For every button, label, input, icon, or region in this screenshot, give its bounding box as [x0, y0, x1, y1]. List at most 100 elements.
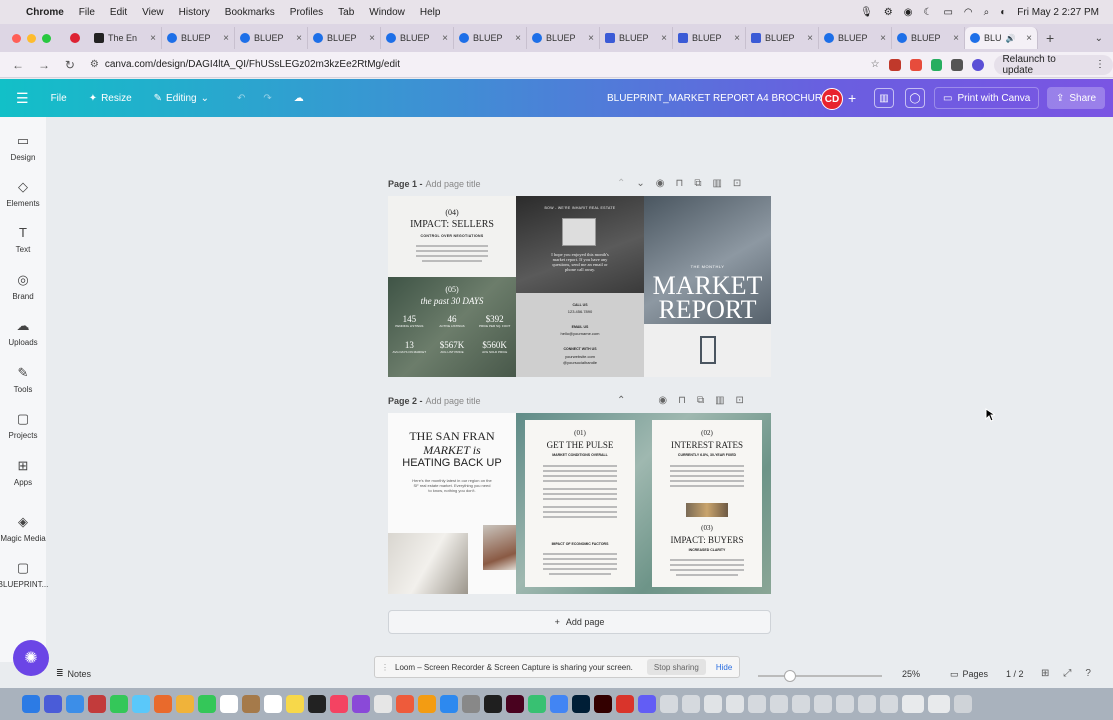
page-1-canvas[interactable]: (04) IMPACT: SELLERS CONTROL OVER NEGOTI… — [388, 196, 771, 377]
lock-icon[interactable]: ⊓ — [676, 178, 684, 189]
close-tab-icon[interactable]: × — [150, 33, 156, 44]
panel-sellers[interactable]: (04) IMPACT: SELLERS CONTROL OVER NEGOTI… — [388, 196, 516, 377]
menu-edit[interactable]: Edit — [110, 7, 127, 18]
menu-app-name[interactable]: Chrome — [26, 7, 64, 18]
menu-profiles[interactable]: Profiles — [290, 7, 323, 18]
safari-icon[interactable] — [66, 695, 84, 713]
menu-history[interactable]: History — [179, 7, 210, 18]
panel-rates[interactable]: (02) INTEREST RATES CURRENTLY 6.8%, 30-Y… — [652, 420, 762, 587]
forward-icon[interactable]: → — [36, 58, 52, 72]
minimize-window-button[interactable] — [27, 33, 36, 43]
chevron-up-icon[interactable]: ⌃ — [617, 395, 625, 406]
sidebar-item-tools[interactable]: ✎ Tools — [0, 365, 46, 394]
tab-search-icon[interactable]: ⌄ — [1095, 33, 1103, 44]
panel-cover[interactable]: THE MONTHLY MARKET REPORT — [644, 196, 771, 377]
moon-icon[interactable]: ☾ — [923, 7, 932, 18]
trash-can-icon[interactable] — [954, 695, 972, 713]
chevron-down-icon[interactable]: ⌄ — [636, 178, 644, 189]
print-with-canva-button[interactable]: ▭ Print with Canva — [934, 87, 1040, 109]
document-icon[interactable] — [770, 695, 788, 713]
sidebar-item-elements[interactable]: ◇ Elements — [0, 179, 46, 208]
browser-tab[interactable]: BLUEP × — [235, 27, 308, 49]
browser-tab[interactable]: BLUEP × — [381, 27, 454, 49]
calendar-icon[interactable] — [220, 695, 238, 713]
document-icon[interactable] — [792, 695, 810, 713]
photoshop-icon[interactable] — [572, 695, 590, 713]
zoom-window-button[interactable] — [42, 33, 51, 43]
lock-icon[interactable]: ⊓ — [678, 395, 686, 406]
contacts-icon[interactable] — [242, 695, 260, 713]
sidebar-item-text[interactable]: T Text — [0, 225, 46, 254]
resize-button[interactable]: ✦ Resize — [89, 93, 132, 104]
terminal-icon[interactable] — [484, 695, 502, 713]
sidebar-item-uploads[interactable]: ☁ Uploads — [0, 318, 46, 347]
document-icon[interactable] — [836, 695, 854, 713]
menu-view[interactable]: View — [142, 7, 164, 18]
battery-icon[interactable]: ▭ — [943, 7, 952, 18]
sidebar-item-apps[interactable]: ⊞ Apps — [0, 458, 46, 487]
close-tab-icon[interactable]: × — [296, 33, 302, 44]
chrome-icon[interactable] — [550, 695, 568, 713]
acrobat-icon[interactable] — [616, 695, 634, 713]
sidebar-item-magic-media[interactable]: ◈ Magic Media — [0, 514, 46, 543]
speaker-icon[interactable]: 🔊 — [1006, 34, 1016, 43]
folder-stack-icon[interactable] — [928, 695, 950, 713]
settings-icon[interactable] — [462, 695, 480, 713]
illustrator-icon[interactable] — [594, 695, 612, 713]
extension-icon[interactable] — [930, 58, 943, 71]
close-tab-icon[interactable]: × — [223, 33, 229, 44]
document-icon[interactable] — [748, 695, 766, 713]
sidebar-item-projects[interactable]: ▢ Projects — [0, 411, 46, 440]
menu-file[interactable]: File — [79, 7, 95, 18]
close-tab-icon[interactable]: × — [734, 33, 740, 44]
keynote-icon[interactable] — [418, 695, 436, 713]
trash-icon[interactable]: ▥ — [715, 395, 724, 406]
add-page-icon[interactable]: ⊡ — [733, 178, 741, 189]
menu-window[interactable]: Window — [369, 7, 405, 18]
podcasts-icon[interactable] — [352, 695, 370, 713]
sidebar-item-brand[interactable]: ◎ Brand — [0, 272, 46, 301]
magic-assistant-button[interactable]: ✺ — [13, 640, 49, 676]
finder-icon[interactable] — [22, 695, 40, 713]
messages-icon[interactable] — [110, 695, 128, 713]
document-icon[interactable] — [858, 695, 876, 713]
browser-tab[interactable]: BLUEP × — [746, 27, 819, 49]
extension-icon[interactable] — [909, 58, 922, 71]
search-icon[interactable]: ⌕ — [984, 7, 990, 18]
loom-icon[interactable] — [638, 695, 656, 713]
help-icon[interactable]: ? — [1085, 668, 1091, 679]
eye-icon[interactable]: ◉ — [658, 395, 667, 406]
tv-icon[interactable] — [308, 695, 326, 713]
fullscreen-icon[interactable]: ⤢ — [1063, 668, 1071, 679]
app-store-icon[interactable] — [440, 695, 458, 713]
document-icon[interactable] — [880, 695, 898, 713]
menu-tab[interactable]: Tab — [338, 7, 354, 18]
pdf-icon[interactable] — [704, 695, 722, 713]
pages-app-icon[interactable] — [396, 695, 414, 713]
music-icon[interactable] — [330, 695, 348, 713]
zoom-slider-track[interactable] — [758, 675, 882, 677]
browser-tab[interactable]: The En × — [89, 27, 162, 49]
close-tab-icon[interactable]: × — [661, 33, 667, 44]
photos-icon[interactable] — [176, 695, 194, 713]
browser-tab[interactable]: BLUEP × — [527, 27, 600, 49]
app-icon[interactable] — [88, 695, 106, 713]
facetime-icon[interactable] — [198, 695, 216, 713]
gear-icon[interactable]: ⚙ — [884, 7, 893, 18]
news-icon[interactable] — [374, 695, 392, 713]
notes-app-icon[interactable] — [286, 695, 304, 713]
browser-tab[interactable]: BLUEP × — [673, 27, 746, 49]
close-tab-icon[interactable]: × — [588, 33, 594, 44]
profile-avatar[interactable] — [972, 58, 985, 71]
record-icon[interactable]: ◉ — [904, 7, 913, 18]
file-menu-button[interactable]: File — [51, 93, 67, 104]
bookmark-star-icon[interactable]: ☆ — [871, 59, 880, 70]
reload-icon[interactable]: ↻ — [62, 58, 78, 72]
page-title-input[interactable]: Add page title — [426, 396, 481, 406]
trash-icon[interactable]: ▥ — [712, 178, 721, 189]
extension-icon[interactable] — [888, 58, 901, 71]
page-title-input[interactable]: Add page title — [426, 179, 481, 189]
new-tab-button[interactable]: + — [1046, 30, 1054, 46]
close-tab-icon[interactable]: × — [442, 33, 448, 44]
extensions-puzzle-icon[interactable] — [951, 58, 964, 71]
